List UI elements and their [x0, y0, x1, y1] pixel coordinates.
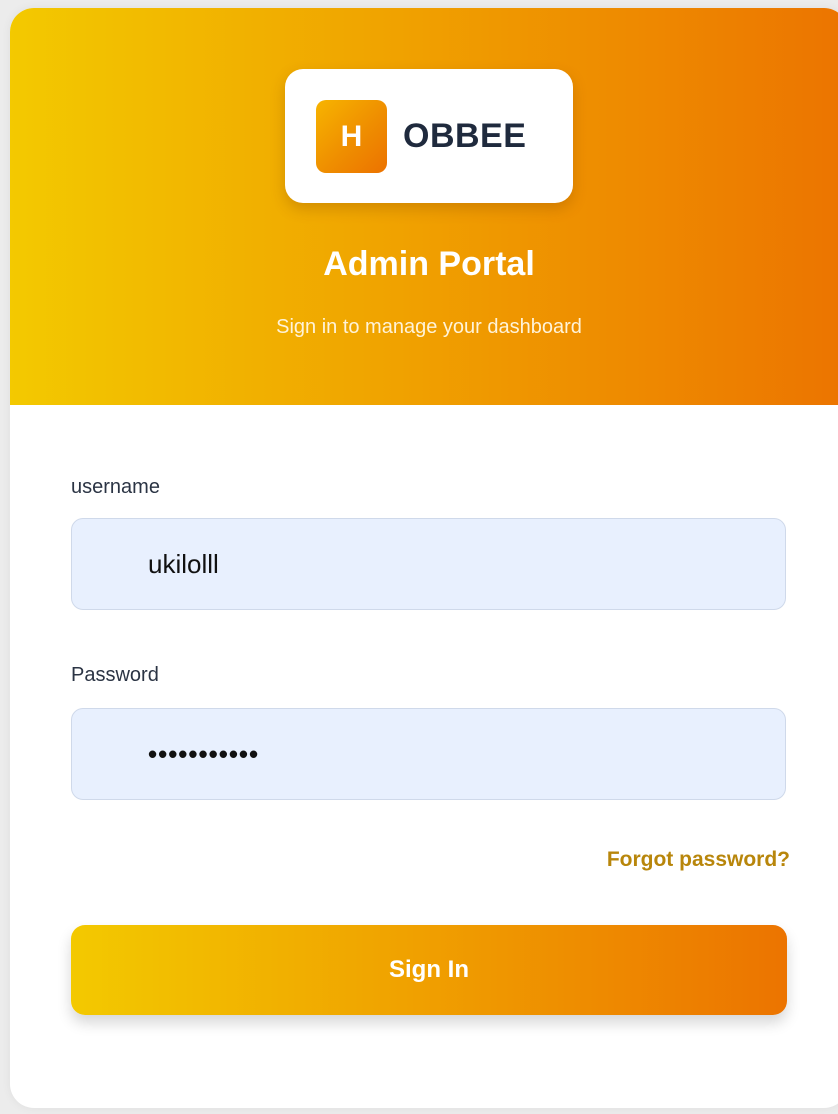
username-label: username	[71, 476, 160, 498]
logo-text: OBBEE	[403, 117, 527, 155]
page-subtitle: Sign in to manage your dashboard	[276, 316, 582, 338]
logo-mark-icon: H	[316, 100, 387, 173]
login-header: H OBBEE Admin Portal Sign in to manage y…	[10, 8, 838, 405]
login-card: H OBBEE Admin Portal Sign in to manage y…	[10, 8, 838, 1108]
forgot-password-link[interactable]: Forgot password?	[607, 846, 790, 874]
password-label: Password	[71, 664, 159, 686]
username-input[interactable]: ukilolll	[71, 518, 786, 610]
sign-in-button[interactable]: Sign In	[71, 925, 787, 1015]
password-input[interactable]: •••••••••••	[71, 708, 786, 800]
page-title: Admin Portal	[323, 245, 535, 283]
logo: H OBBEE	[285, 69, 573, 203]
